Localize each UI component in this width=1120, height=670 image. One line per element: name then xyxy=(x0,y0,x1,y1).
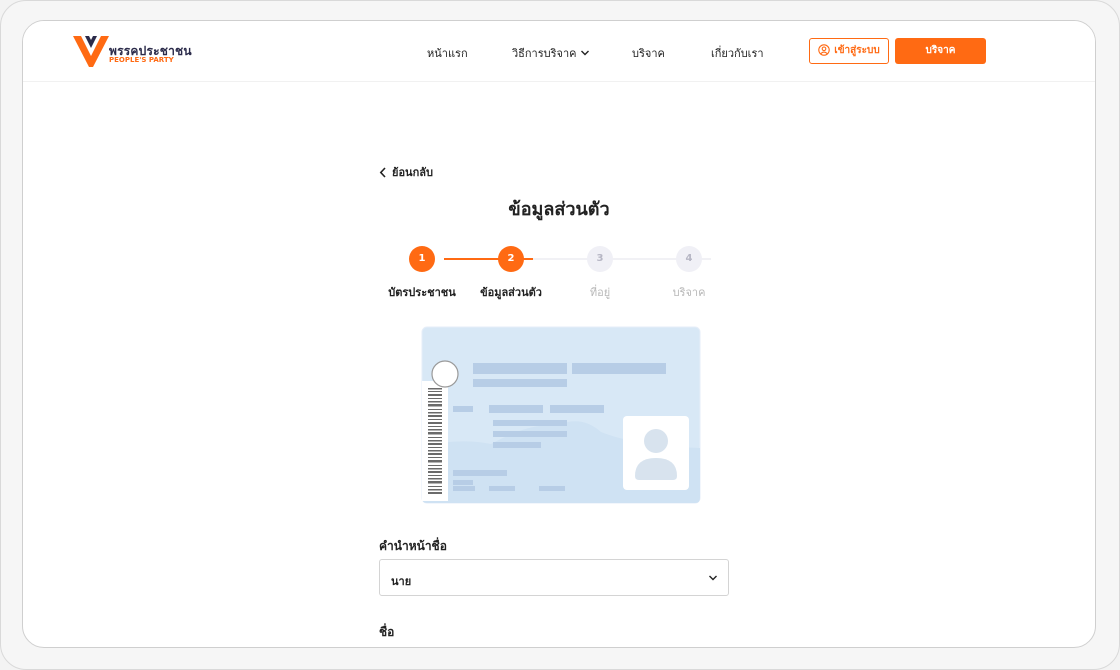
donate-button[interactable]: บริจาค xyxy=(895,38,986,64)
nav-how-to-donate-label: วิธีการบริจาค xyxy=(512,47,577,60)
site-header: พรรคประชาชน PEOPLE'S PARTY หน้าแรก วิธีก… xyxy=(23,21,1095,82)
back-link[interactable]: ย้อนกลับ xyxy=(379,163,433,181)
step-4-circle: 4 xyxy=(676,246,702,272)
party-logo[interactable]: พรรคประชาชน PEOPLE'S PARTY xyxy=(73,35,193,69)
step-3-circle: 3 xyxy=(587,246,613,272)
page-title: ข้อมูลส่วนตัว xyxy=(508,199,610,220)
login-button[interactable]: เข้าสู่ระบบ xyxy=(809,38,889,64)
step-2-label: ข้อมูลส่วนตัว xyxy=(480,286,542,299)
nav-donate[interactable]: บริจาค xyxy=(632,44,665,62)
first-name-label: ชื่อ xyxy=(379,625,395,639)
browser-viewport: พรรคประชาชน PEOPLE'S PARTY หน้าแรก วิธีก… xyxy=(22,20,1096,648)
id-card-illustration xyxy=(421,326,701,504)
step-1-circle: 1 xyxy=(409,246,435,272)
chevron-left-icon xyxy=(379,167,386,178)
title-prefix-label: คำนำหน้าชื่อ xyxy=(379,539,447,553)
nav-about[interactable]: เกี่ยวกับเรา xyxy=(711,44,764,62)
party-logo-icon xyxy=(73,36,109,67)
chevron-down-icon xyxy=(709,575,717,581)
back-link-label: ย้อนกลับ xyxy=(392,166,433,179)
title-prefix-select[interactable]: นาย xyxy=(379,559,729,596)
title-prefix-value: นาย xyxy=(391,575,412,588)
nav-home[interactable]: หน้าแรก xyxy=(427,44,468,62)
step-1-label: บัตรประชาชน xyxy=(388,286,456,299)
progress-stepper: 1 2 3 4 บัตรประชาชน ข้อมูลส่วนตัว ที่อยู… xyxy=(381,246,711,306)
user-circle-icon xyxy=(818,44,831,56)
login-button-label: เข้าสู่ระบบ xyxy=(834,45,880,56)
nav-how-to-donate[interactable]: วิธีการบริจาค xyxy=(512,44,590,62)
step-4-label: บริจาค xyxy=(672,286,706,299)
logo-subtitle: PEOPLE'S PARTY xyxy=(109,56,174,64)
step-3-label: ที่อยู่ xyxy=(589,286,611,299)
chevron-down-icon xyxy=(580,50,589,56)
step-2-circle: 2 xyxy=(498,246,524,272)
